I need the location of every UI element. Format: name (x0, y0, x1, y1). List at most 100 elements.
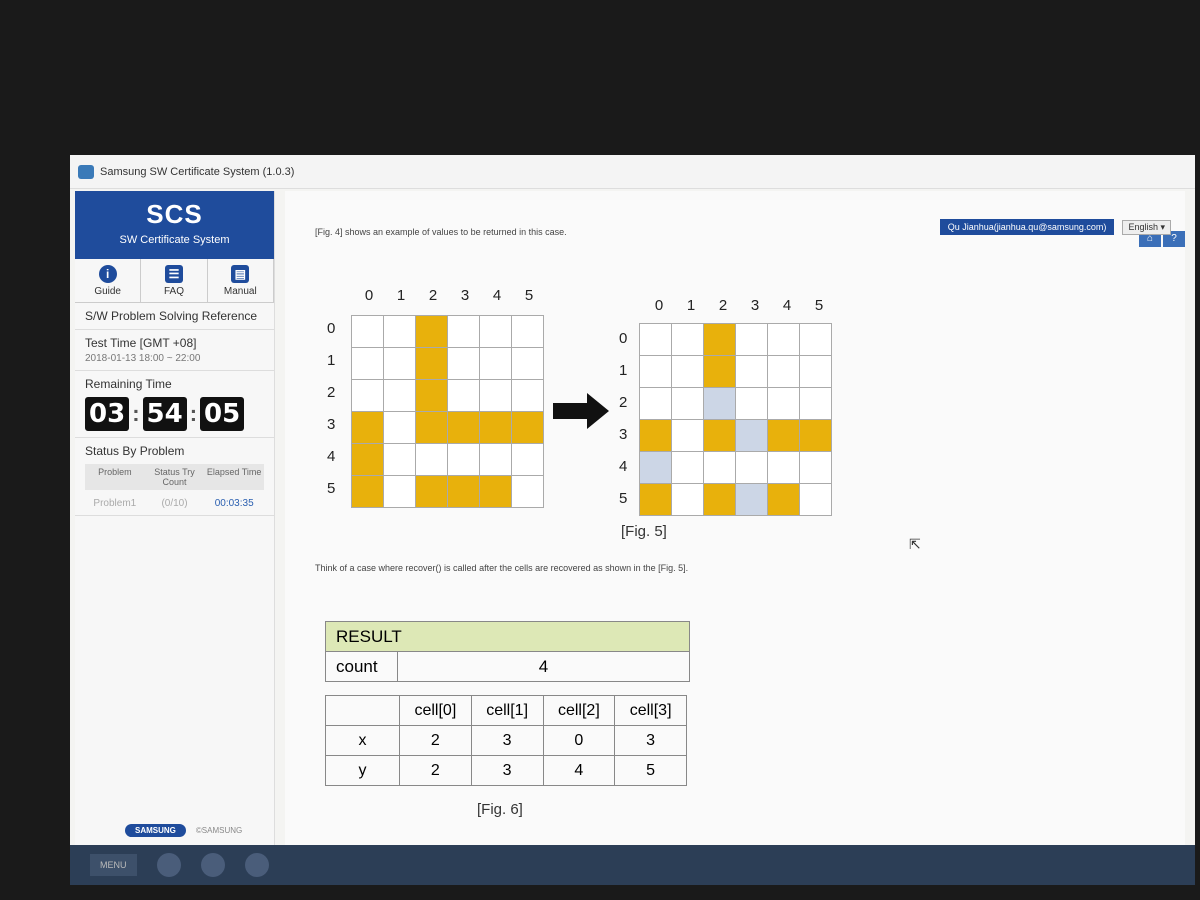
col-label: 0 (654, 297, 664, 314)
grid-cell (447, 315, 480, 348)
grid-cell (703, 419, 736, 452)
grid-cell (703, 355, 736, 388)
col-label: 3 (750, 297, 760, 314)
grid-cell (479, 443, 512, 476)
left-grid-row-labels: 0 1 2 3 4 5 (327, 313, 335, 505)
grid-cell (511, 315, 544, 348)
grid-cell (415, 443, 448, 476)
grid-cell (479, 475, 512, 508)
y-value: 3 (470, 755, 544, 786)
status-elapsed: 00:03:35 (214, 498, 254, 509)
grid-cell (703, 483, 736, 516)
sidebar: SCS SW Certificate System i Guide ☰ FAQ … (75, 191, 275, 845)
x-label: x (325, 725, 400, 756)
main-content: ⌂ ? Qu Jianhua(jianhua.qu@samsung.com) E… (285, 191, 1185, 845)
brand-subtitle: SW Certificate System (119, 234, 230, 246)
status-header-problem: Problem (98, 467, 132, 477)
grid-cell (479, 411, 512, 444)
col-label: 4 (782, 297, 792, 314)
mouse-cursor-icon: ⇱ (909, 536, 921, 552)
col-label: 1 (686, 297, 696, 314)
grid-cell (383, 315, 416, 348)
y-value: 5 (614, 755, 687, 786)
result-table: RESULT count 4 (325, 621, 690, 682)
menu-button[interactable]: MENU (90, 854, 137, 876)
grid-cell (703, 323, 736, 356)
user-bar: Qu Jianhua(jianhua.qu@samsung.com) Engli… (939, 219, 1171, 235)
grid-cell (479, 315, 512, 348)
grid-cell (383, 475, 416, 508)
status-row[interactable]: Problem1 (0/10) 00:03:35 (85, 498, 264, 509)
x-value: 0 (542, 725, 616, 756)
remaining-time-section: Remaining Time 03 : 54 : 05 (75, 371, 274, 438)
footer-logos: SAMSUNG ©SAMSUNG (125, 824, 242, 837)
cell-header: cell[3] (614, 695, 687, 726)
brand-name: SCS (146, 199, 203, 229)
row-label: 0 (619, 330, 628, 347)
taskbar-app-icon[interactable] (156, 853, 181, 877)
taskbar-app-icon[interactable] (244, 853, 269, 877)
grid-cell (735, 323, 768, 356)
cell-header: cell[0] (399, 695, 472, 726)
status-section: Status By Problem Problem Status Try Cou… (75, 438, 274, 516)
grid-cell (671, 419, 704, 452)
col-label: 3 (460, 287, 470, 304)
grid-cell (799, 387, 832, 420)
user-info[interactable]: Qu Jianhua(jianhua.qu@samsung.com) (939, 219, 1115, 235)
grid-cell (351, 315, 384, 348)
row-label: 5 (327, 480, 336, 497)
manual-label: Manual (223, 285, 257, 297)
faq-button[interactable]: ☰ FAQ (141, 259, 208, 302)
grid-cell (447, 411, 480, 444)
fig6-caption: [Fig. 6] (477, 801, 523, 818)
timer-colon: : (189, 401, 198, 426)
grid-cell (447, 475, 480, 508)
left-grid (351, 315, 544, 508)
right-grid-row-labels: 0 1 2 3 4 5 (619, 323, 627, 515)
cells-table: cell[0] cell[1] cell[2] cell[3] x 2 3 0 … (325, 695, 687, 786)
grid-cell (415, 347, 448, 380)
grid-cell (735, 419, 768, 452)
col-label: 5 (524, 287, 534, 304)
grid-cell (383, 379, 416, 412)
left-grid-col-labels: 0 1 2 3 4 5 (353, 287, 545, 304)
row-label: 2 (619, 394, 628, 411)
row-label: 3 (327, 416, 336, 433)
fig5-caption: [Fig. 5] (621, 523, 667, 540)
icon-bar: i Guide ☰ FAQ ▤ Manual (75, 259, 274, 303)
grid-cell (639, 451, 672, 484)
cell-header: cell[1] (470, 695, 544, 726)
grid-cell (415, 315, 448, 348)
grid-cell (351, 379, 384, 412)
info-icon: i (98, 264, 117, 283)
grid-cell (671, 483, 704, 516)
language-select[interactable]: English ▾ (1122, 219, 1171, 235)
countdown-timer: 03 : 54 : 05 (85, 397, 264, 431)
row-label: 3 (619, 426, 628, 443)
timer-colon: : (132, 401, 140, 426)
row-label: 1 (327, 352, 336, 369)
reference-link[interactable]: S/W Problem Solving Reference (75, 303, 274, 330)
samsung-logo: SAMSUNG (125, 824, 186, 837)
timer-seconds: 05 (200, 397, 245, 431)
taskbar-app-icon[interactable] (200, 853, 225, 877)
guide-label: Guide (94, 285, 121, 297)
grid-cell (479, 347, 512, 380)
grid-cell (351, 443, 384, 476)
grid-cell (447, 379, 480, 412)
grid-cell (447, 443, 480, 476)
right-grid (639, 323, 832, 516)
row-label: 4 (327, 448, 336, 465)
title-bar: Samsung SW Certificate System (1.0.3) (70, 155, 1195, 189)
x-value: 3 (470, 725, 544, 756)
status-problem[interactable]: Problem1 (85, 498, 145, 509)
guide-button[interactable]: i Guide (75, 259, 142, 302)
status-header-time: Elapsed Time (206, 467, 262, 477)
y-label: y (325, 755, 400, 786)
col-label: 5 (814, 297, 824, 314)
test-time-label: Test Time [GMT +08] (85, 336, 197, 350)
grid-cell (639, 387, 672, 420)
manual-button[interactable]: ▤ Manual (208, 259, 274, 302)
grid-cell (799, 483, 832, 516)
row-label: 1 (619, 362, 628, 379)
